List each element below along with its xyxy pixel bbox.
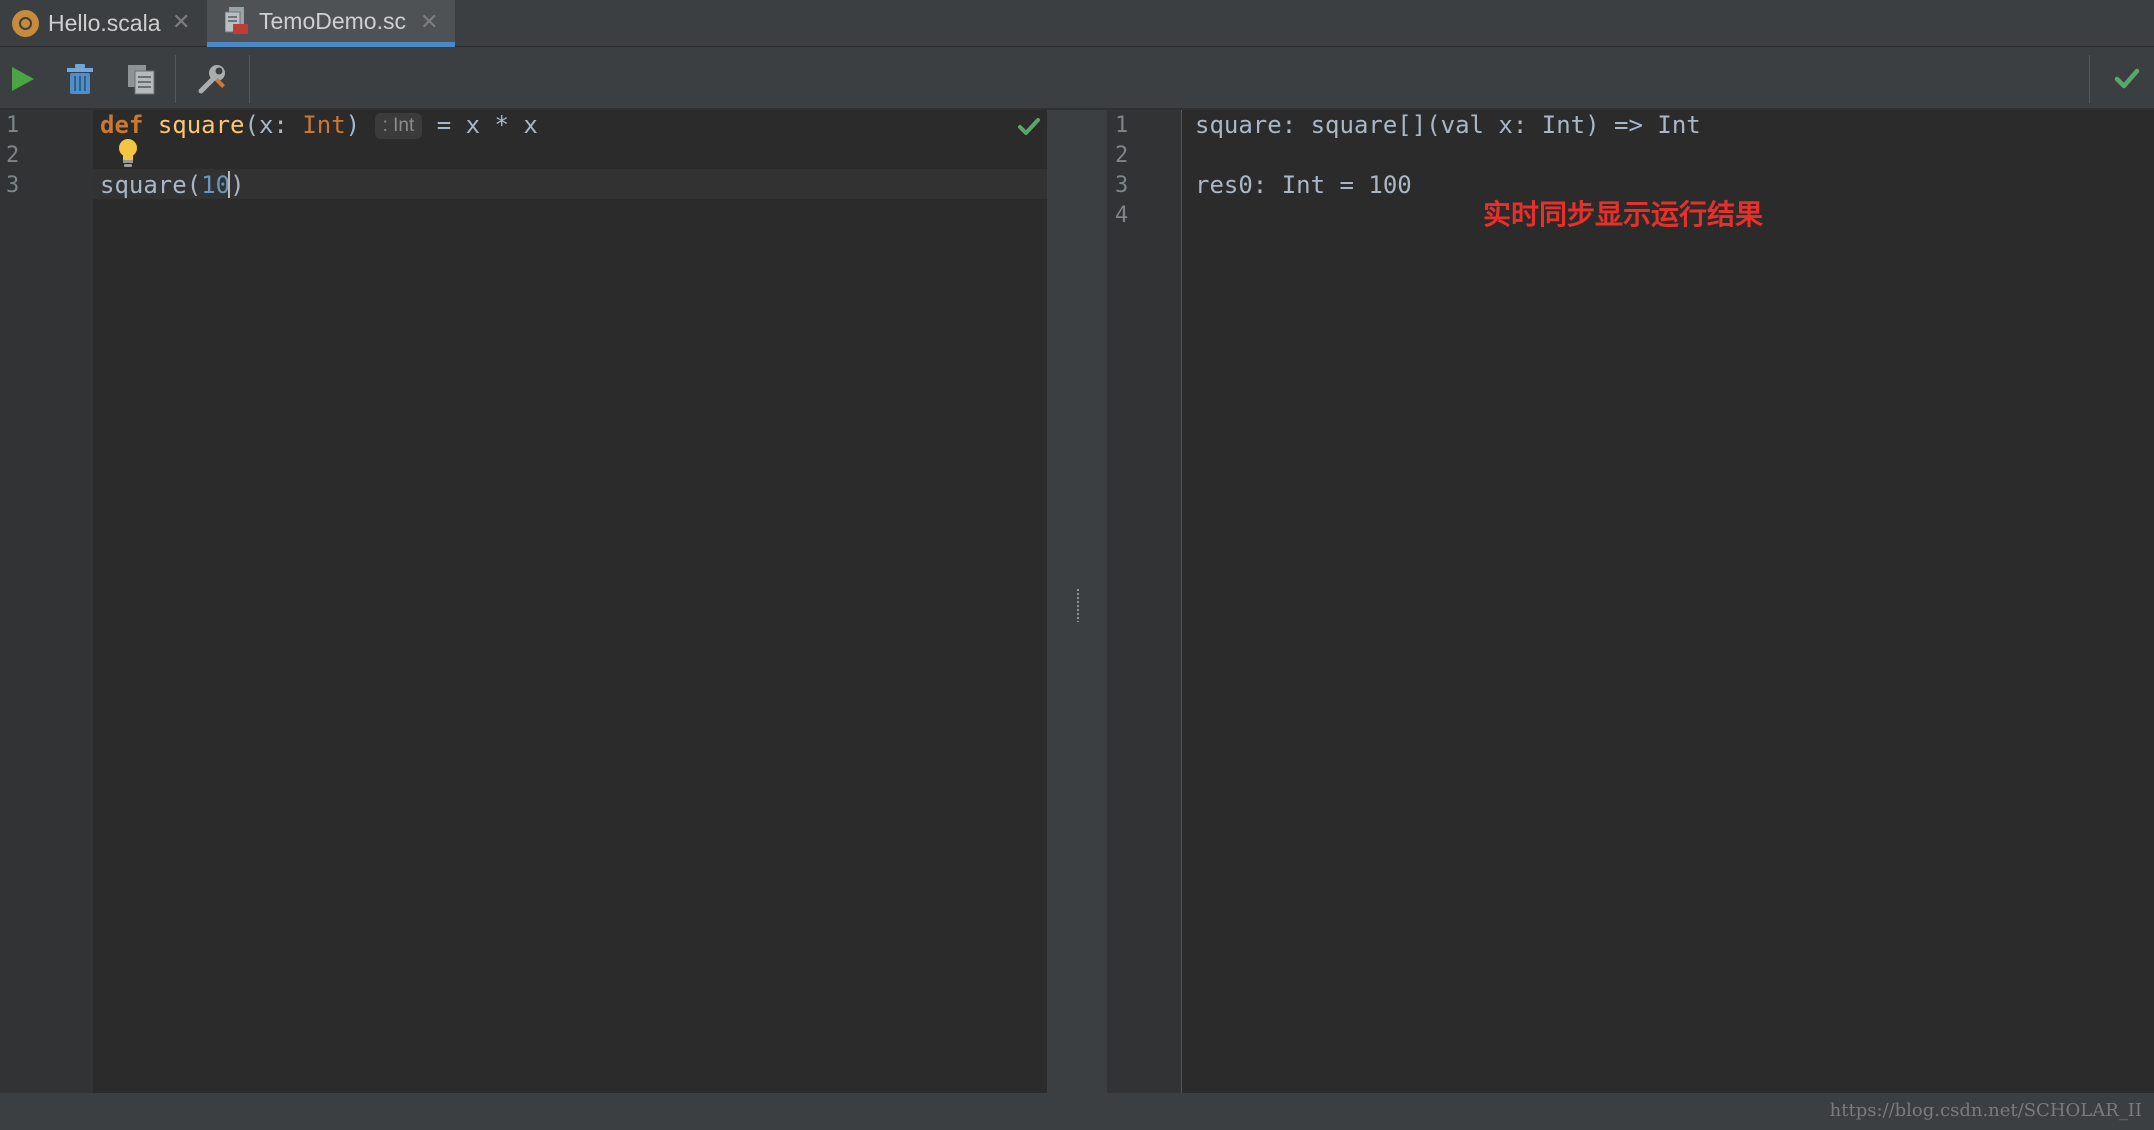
splitter-grip-icon[interactable]	[1076, 588, 1080, 622]
worksheet-editor[interactable]: 1 2 3 def square(x: Int) : Int = x * x s…	[0, 110, 1047, 1093]
check-icon	[2114, 68, 2140, 89]
toolbar-divider	[249, 55, 250, 103]
output-line-1: square: square[](val x: Int) => Int	[1195, 111, 1701, 139]
type-hint: : Int	[374, 113, 423, 139]
tab-label: TemoDemo.sc	[259, 7, 406, 34]
type-int: Int	[302, 111, 346, 139]
code-line-3[interactable]: square(10)	[100, 170, 245, 200]
annotation-text: 实时同步显示运行结果	[1483, 198, 1764, 231]
line-number: 3	[1115, 173, 1129, 198]
keyword-def: def	[100, 111, 144, 139]
function-body: = x * x	[422, 111, 538, 139]
number-literal: 10	[201, 171, 231, 199]
function-name: square	[157, 111, 245, 139]
tab-label: Hello.scala	[48, 10, 161, 36]
line-number: 3	[6, 173, 20, 198]
worksheet-toolbar	[0, 47, 2154, 110]
lightbulb-icon[interactable]	[117, 138, 139, 168]
line-number: 4	[1115, 203, 1129, 228]
pane-splitter[interactable]	[1047, 110, 1107, 1093]
line-number-gutter: 1 2 3	[0, 110, 93, 1093]
output-line-gutter: 1 2 3 4	[1107, 110, 1182, 1093]
toolbar-divider	[2089, 55, 2090, 103]
line-number: 2	[6, 143, 20, 168]
worksheet-file-icon	[225, 7, 248, 34]
toolbar-divider	[175, 55, 176, 103]
code-line-1[interactable]: def square(x: Int) : Int = x * x	[100, 110, 538, 140]
status-bar: https://blog.csdn.net/SCHOLAR_II	[0, 1093, 2154, 1130]
params-close: )	[345, 111, 361, 139]
trash-icon[interactable]	[62, 61, 98, 97]
line-number: 2	[1115, 143, 1129, 168]
call-close: )	[230, 171, 245, 199]
tab-temodemo-sc[interactable]: TemoDemo.sc ✕	[207, 0, 455, 47]
copy-icon[interactable]	[123, 61, 159, 97]
editor-tab-bar: Hello.scala ✕ TemoDemo.sc ✕	[0, 0, 2154, 47]
run-icon[interactable]	[4, 61, 40, 97]
close-icon[interactable]: ✕	[172, 9, 190, 35]
check-icon	[1018, 118, 1040, 135]
worksheet-output: 1 2 3 4 square: square[](val x: Int) => …	[1107, 110, 2154, 1093]
close-icon[interactable]: ✕	[420, 9, 438, 35]
line-number: 1	[6, 113, 20, 138]
params-open: (x:	[244, 111, 303, 139]
line-number: 1	[1115, 113, 1129, 138]
output-line-3: res0: Int = 100	[1195, 171, 1412, 199]
scala-file-icon	[12, 10, 39, 37]
call-open: square(	[100, 171, 202, 199]
settings-icon[interactable]	[195, 61, 231, 97]
tab-hello-scala[interactable]: Hello.scala ✕	[0, 0, 205, 47]
watermark-text: https://blog.csdn.net/SCHOLAR_II	[1829, 1100, 2142, 1121]
